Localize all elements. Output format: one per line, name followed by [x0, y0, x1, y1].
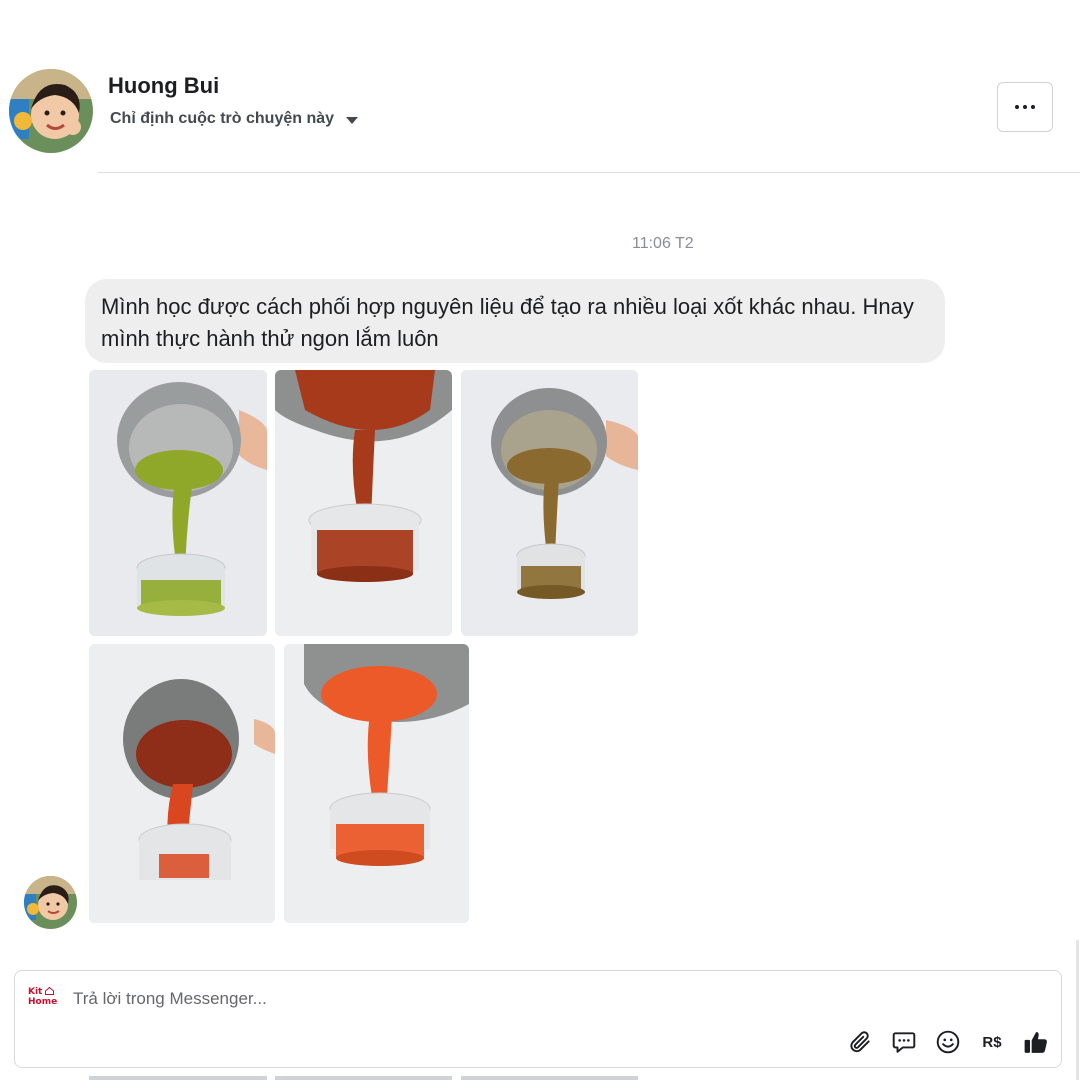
- more-options-button[interactable]: [997, 82, 1053, 132]
- conversation-header: Huong Bui Chỉ định cuộc trò chuyện này: [0, 0, 1080, 172]
- thumbs-up-icon[interactable]: [1023, 1029, 1049, 1055]
- kithome-logo: Kit Home: [28, 987, 58, 1007]
- photo-orange-sauce[interactable]: [284, 644, 469, 923]
- reply-input[interactable]: [73, 987, 773, 1011]
- scrollbar[interactable]: [1076, 940, 1079, 1080]
- message-timestamp: 11:06 T2: [632, 235, 694, 252]
- photo-brown-sauce[interactable]: [461, 370, 638, 636]
- more-dots-icon: [1015, 105, 1035, 109]
- quick-reply-icon[interactable]: [891, 1029, 917, 1055]
- photo-row-peek: [275, 1076, 452, 1080]
- message-bubble: Mình học được cách phối hợp nguyên liệu …: [85, 279, 945, 363]
- caret-down-icon: [346, 117, 359, 124]
- contact-avatar[interactable]: [9, 69, 93, 153]
- assign-conversation-label: Chỉ định cuộc trò chuyện này: [110, 110, 335, 127]
- photo-chili-sauce[interactable]: [89, 644, 275, 923]
- house-icon: [45, 987, 54, 995]
- photo-row-peek: [461, 1076, 638, 1080]
- emoji-icon[interactable]: [935, 1029, 961, 1055]
- photo-row-peek: [89, 1076, 267, 1080]
- reply-composer: Kit Home R$: [14, 970, 1062, 1068]
- photo-red-sauce[interactable]: [275, 370, 452, 636]
- currency-icon[interactable]: R$: [979, 1029, 1005, 1055]
- contact-name: Huong Bui: [108, 73, 220, 98]
- paperclip-icon[interactable]: [847, 1029, 873, 1055]
- photo-green-sauce[interactable]: [89, 370, 267, 636]
- header-divider: [98, 172, 1080, 173]
- sender-avatar[interactable]: [24, 876, 77, 929]
- assign-conversation-dropdown[interactable]: Chỉ định cuộc trò chuyện này: [110, 110, 359, 128]
- composer-toolbar: R$: [847, 1029, 1049, 1055]
